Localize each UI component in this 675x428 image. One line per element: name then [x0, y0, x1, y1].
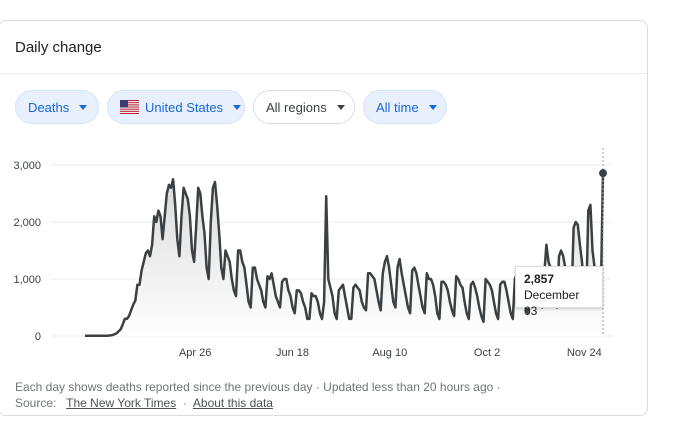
- x-tick-label: Aug 10: [372, 347, 407, 359]
- chevron-down-icon: [336, 104, 345, 110]
- tooltip-date: December 03: [524, 288, 580, 318]
- y-tick-label: 0: [35, 331, 41, 343]
- top-text-fragment: [0, 0, 660, 5]
- footer-description: Each day shows deaths reported since the…: [15, 380, 501, 394]
- time-range-filter-chip[interactable]: All time: [363, 90, 447, 124]
- time-range-filter-label: All time: [376, 99, 419, 115]
- y-tick-label: 2,000: [13, 217, 41, 229]
- y-tick-label: 1,000: [13, 274, 41, 286]
- daily-deaths-chart[interactable]: 0 1,000 2,000 3,000 Apr 26 Jun 18 Aug 10 Oct 2 N…: [0, 146, 639, 371]
- source-label: Source:: [15, 396, 57, 410]
- daily-change-card: Daily change Deaths United States All re…: [0, 20, 648, 416]
- chevron-down-icon: [233, 104, 242, 110]
- x-tick-label: Oct 2: [474, 347, 500, 359]
- y-tick-label: 3,000: [13, 160, 41, 172]
- us-flag-icon: [120, 100, 139, 114]
- about-data-link[interactable]: About this data: [193, 396, 273, 410]
- chart-tooltip: 2,857 December 03: [515, 266, 603, 318]
- chevron-down-icon: [428, 104, 437, 110]
- region-filter-chip[interactable]: All regions: [253, 90, 355, 124]
- chevron-down-icon: [79, 104, 88, 110]
- x-tick-label: Nov 24: [567, 347, 602, 359]
- x-tick-label: Jun 18: [276, 347, 309, 359]
- country-filter-label: United States: [145, 99, 224, 115]
- region-filter-label: All regions: [266, 99, 327, 115]
- metric-filter-label: Deaths: [28, 99, 70, 115]
- card-title: Daily change: [15, 39, 102, 56]
- card-divider: [0, 73, 647, 74]
- hover-point: [599, 169, 607, 178]
- footer-separator: ·: [182, 396, 187, 410]
- country-filter-chip[interactable]: United States: [107, 90, 245, 124]
- metric-filter-chip[interactable]: Deaths: [15, 90, 99, 124]
- chart-area[interactable]: 0 1,000 2,000 3,000 Apr 26 Jun 18 Aug 10 Oct 2 N…: [0, 146, 639, 376]
- chart-footer: Each day shows deaths reported since the…: [15, 379, 501, 411]
- source-link[interactable]: The New York Times: [66, 396, 176, 410]
- x-tick-label: Apr 26: [179, 347, 211, 359]
- tooltip-value: 2,857: [524, 272, 555, 286]
